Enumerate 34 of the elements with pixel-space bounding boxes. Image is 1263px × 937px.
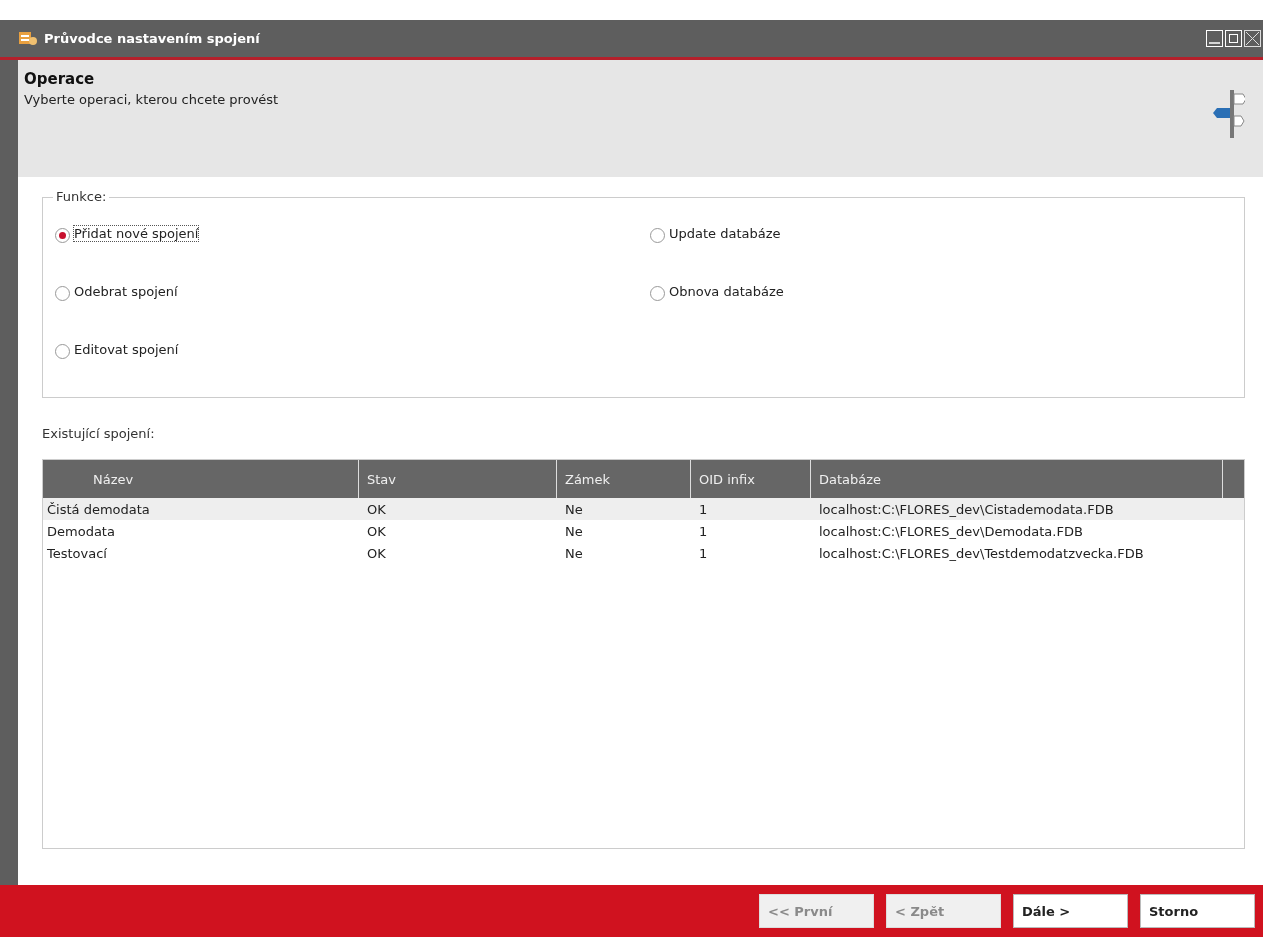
radio-option[interactable]: Editovat spojení (55, 342, 179, 362)
table-row[interactable]: Čistá demodata OK Ne 1 localhost:C:\FLORES_dev\Cistademodata.FDB (43, 498, 1244, 520)
table-cell-text: Testovací (46, 545, 108, 561)
app-icon (18, 29, 38, 48)
table-cell-text: 1 (698, 523, 709, 539)
table-cell-text: localhost:C:\FLORES_dev\Demodata.FDB (818, 523, 1084, 539)
maximize-icon[interactable] (1225, 30, 1242, 47)
table-cell-text: Ne (564, 501, 584, 517)
page-subtitle: Vyberte operaci, kterou chcete provést (24, 92, 280, 107)
table-cell-text: Ne (564, 523, 584, 539)
table-cell-text: OK (366, 545, 387, 561)
table-cell-text: localhost:C:\FLORES_dev\Testdemodatzvecka.FDB (818, 545, 1145, 561)
table-cell-text: Demodata (46, 523, 116, 539)
table-row[interactable]: Testovací OK Ne 1 localhost:C:\FLORES_dev\Testdemodatzvecka.FDB (43, 542, 1244, 564)
close-icon[interactable] (1244, 30, 1261, 47)
radio-option[interactable]: Update databáze (650, 226, 781, 246)
section-label: Existující spojení: (42, 426, 156, 441)
table-cell-text: Ne (564, 545, 584, 561)
group-label: Funkce: (53, 189, 110, 204)
table-cell-text: OK (366, 501, 387, 517)
radio-option[interactable]: Obnova databáze (650, 284, 784, 304)
table-cell-text: OK (366, 523, 387, 539)
window-title: Průvodce nastavením spojení (44, 31, 261, 46)
radio-option[interactable]: Odebrat spojení (55, 284, 178, 304)
table-cell-text: localhost:C:\FLORES_dev\Cistademodata.FDB (818, 501, 1115, 517)
radio-option[interactable]: Přidat nové spojení (55, 226, 199, 246)
table-cell-text: Čistá demodata (46, 501, 151, 517)
page-title: Operace (24, 70, 96, 88)
wizard-button[interactable]: Dále > (1013, 894, 1128, 928)
table-cell-text: 1 (698, 501, 709, 517)
minimize-icon[interactable] (1206, 30, 1223, 47)
table-cell-text: 1 (698, 545, 709, 561)
table-row[interactable]: Demodata OK Ne 1 localhost:C:\FLORES_dev\Demodata.FDB (43, 520, 1244, 542)
wizard-button[interactable]: Storno (1140, 894, 1255, 928)
